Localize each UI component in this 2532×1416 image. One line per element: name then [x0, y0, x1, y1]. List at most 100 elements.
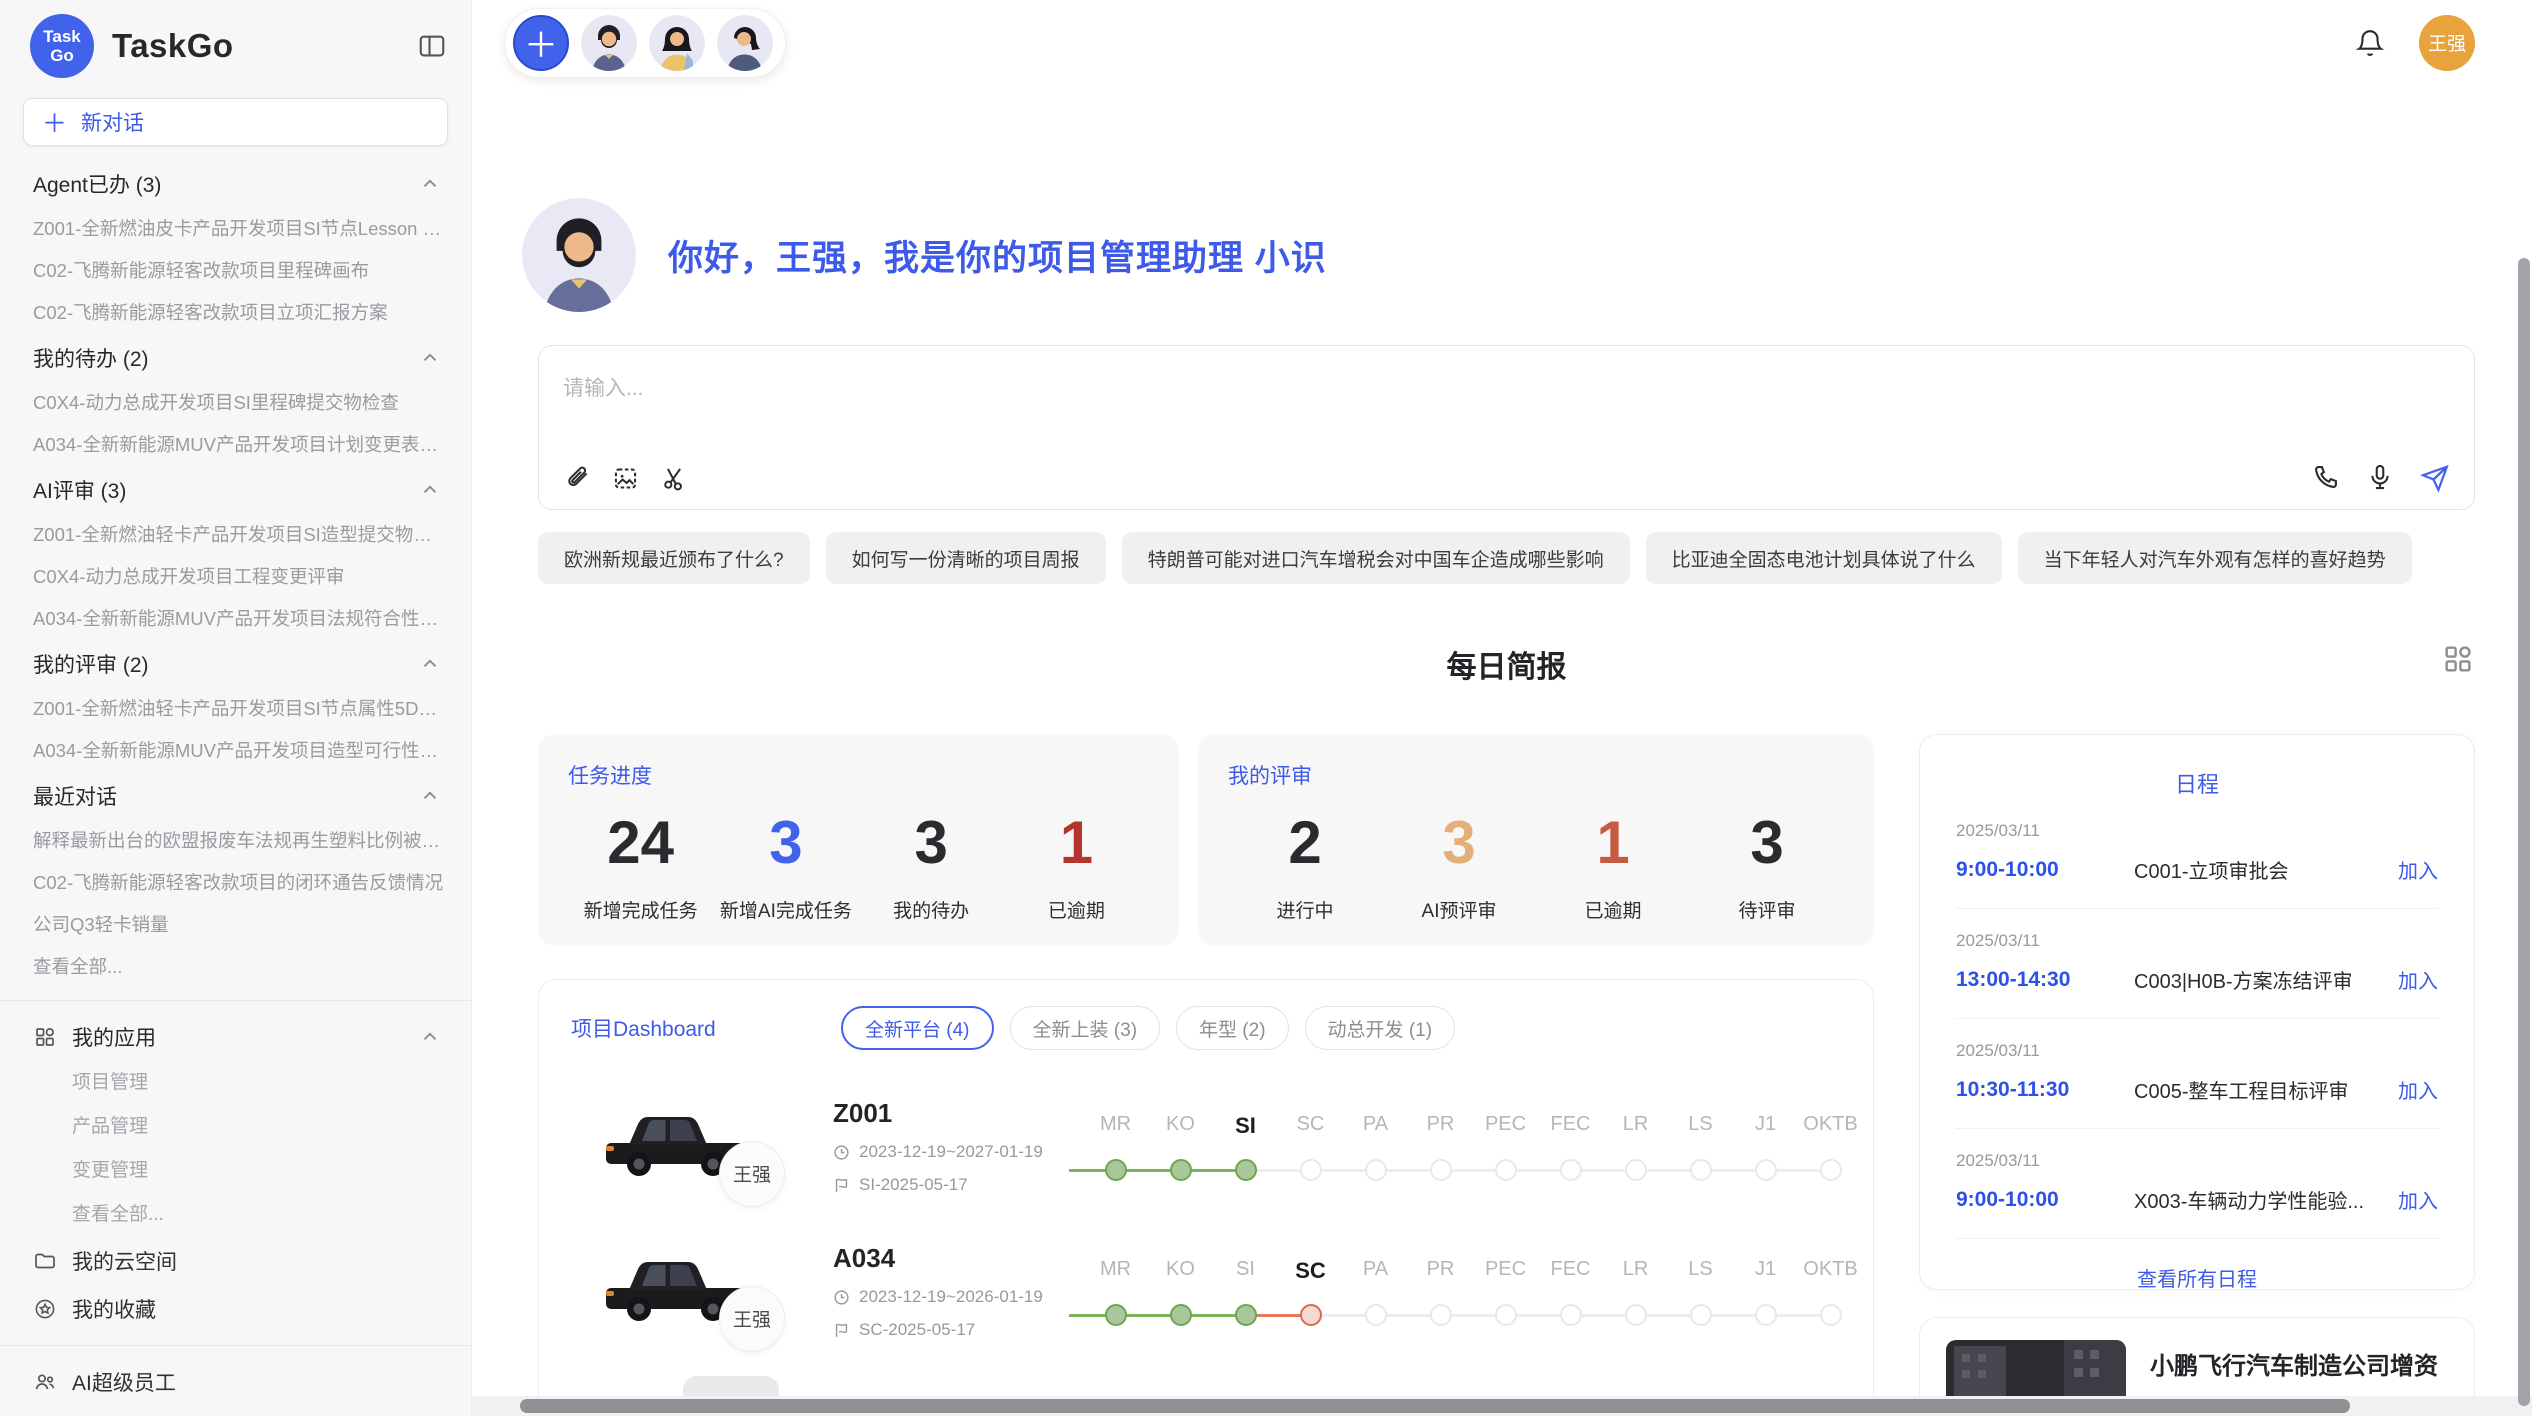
- dashboard-tab[interactable]: 动总开发 (1): [1305, 1006, 1456, 1050]
- chevron-up-icon[interactable]: [419, 785, 441, 807]
- sidebar-section-header[interactable]: Agent已办 (3): [0, 160, 471, 208]
- event-date: 2025/03/11: [1956, 821, 2438, 841]
- microphone-icon[interactable]: [2366, 463, 2394, 493]
- stats-row: 任务进度 24 新增完成任务 3 新增AI完成任务 3 我的待办 1 已逾期 我…: [538, 734, 1874, 946]
- collapse-sidebar-icon[interactable]: [417, 31, 447, 61]
- sidebar-section-header[interactable]: 最近对话: [0, 772, 471, 820]
- chevron-up-icon[interactable]: [419, 479, 441, 501]
- notification-bell-icon[interactable]: [2355, 28, 2385, 58]
- dashboard-tab[interactable]: 全新上装 (3): [1010, 1006, 1161, 1050]
- chevron-up-icon[interactable]: [419, 173, 441, 195]
- project-row[interactable]: 王强 A034 2023-12-19~2026-01-19 SC-2025-05…: [567, 1243, 1845, 1340]
- stat: 3 待评审: [1690, 800, 1844, 923]
- sidebar-item-cloud-space[interactable]: 我的云空间: [0, 1237, 471, 1285]
- project-dashboard-card: 项目Dashboard 全新平台 (4)全新上装 (3)年型 (2)动总开发 (…: [538, 979, 1874, 1416]
- daily-brief-title: 每日简报: [538, 642, 2475, 686]
- view-all-schedule-link[interactable]: 查看所有日程: [1956, 1239, 2438, 1316]
- sidebar-section-header[interactable]: 我的评审 (2): [0, 640, 471, 688]
- sidebar-section-header[interactable]: 我的待办 (2): [0, 334, 471, 382]
- my-review-card: 我的评审 2 进行中 3 AI预评审 1 已逾期 3 待评审: [1198, 734, 1874, 946]
- clock-icon: [833, 1144, 850, 1161]
- milestone-timeline: MRKOSISCPAPRPECFECLRLSJ1OKTB: [1083, 1113, 1863, 1181]
- layout-grid-icon[interactable]: [2441, 642, 2475, 676]
- new-chat-label: 新对话: [81, 107, 144, 137]
- horizontal-scrollbar-thumb[interactable]: [520, 1399, 2350, 1413]
- sidebar-item-ai-super-staff[interactable]: AI超级员工: [0, 1358, 471, 1406]
- flag-icon: [833, 1322, 850, 1339]
- sidebar-conversation-item[interactable]: C02-飞腾新能源轻客改款项目的闭环通告反馈情况: [0, 862, 471, 904]
- send-icon[interactable]: [2420, 463, 2450, 493]
- topbar-right: 王强: [2355, 15, 2475, 71]
- app-subitem[interactable]: 产品管理: [0, 1105, 471, 1149]
- sidebar-section-header[interactable]: AI评审 (3): [0, 466, 471, 514]
- sidebar-conversation-item[interactable]: A034-全新新能源MUV产品开发项目造型可行性评审: [0, 730, 471, 772]
- new-chat-button[interactable]: ＋ 新对话: [23, 98, 448, 146]
- attachment-icon[interactable]: [563, 465, 590, 492]
- event-join-link[interactable]: 加入: [2398, 855, 2438, 884]
- section-label: 我的评审 (2): [33, 649, 419, 679]
- dashboard-tab[interactable]: 年型 (2): [1176, 1006, 1289, 1050]
- sidebar-conversation-item[interactable]: A034-全新新能源MUV产品开发项目计划变更表编写: [0, 424, 471, 466]
- logo-line1: Task: [43, 27, 81, 46]
- scissors-icon[interactable]: [661, 465, 688, 492]
- vertical-scrollbar-thumb[interactable]: [2518, 258, 2530, 1406]
- dashboard-tab[interactable]: 全新平台 (4): [841, 1006, 994, 1050]
- app-title: TaskGo: [112, 27, 417, 65]
- agent-avatar-3[interactable]: [717, 15, 773, 71]
- main-area: ＋ 王强 你好，王强，我是你的项目管理助理 小识: [472, 0, 2532, 1416]
- add-agent-button[interactable]: ＋: [513, 15, 569, 71]
- app-subitem[interactable]: 变更管理: [0, 1149, 471, 1193]
- app-subitem[interactable]: 查看全部...: [0, 1193, 471, 1237]
- news-title: 小鹏飞行汽车制造公司增资: [2150, 1346, 2448, 1381]
- agent-avatar-1[interactable]: [581, 15, 637, 71]
- agent-avatar-2[interactable]: [649, 15, 705, 71]
- stat-label: AI预评审: [1382, 896, 1536, 923]
- sidebar-conversation-item[interactable]: Z001-全新燃油轻卡产品开发项目SI造型提交物评审: [0, 514, 471, 556]
- sidebar-conversation-item[interactable]: 解释最新出台的欧盟报废车法规再生塑料比例被调至15%...: [0, 820, 471, 862]
- app-subitem[interactable]: 项目管理: [0, 1061, 471, 1105]
- image-upload-icon[interactable]: [612, 465, 639, 492]
- chat-input[interactable]: [563, 360, 2450, 463]
- sidebar-conversation-item[interactable]: 查看全部...: [0, 946, 471, 988]
- event-join-link[interactable]: 加入: [2398, 1185, 2438, 1214]
- event-join-link[interactable]: 加入: [2398, 1075, 2438, 1104]
- suggestion-chip[interactable]: 当下年轻人对汽车外观有怎样的喜好趋势: [2018, 532, 2412, 584]
- sidebar-conversation-item[interactable]: Z001-全新燃油轻卡产品开发项目SI节点属性5D文件评审: [0, 688, 471, 730]
- sidebar-conversation-item[interactable]: Z001-全新燃油皮卡产品开发项目SI节点Lesson Learn报告: [0, 208, 471, 250]
- suggestion-chip[interactable]: 如何写一份清晰的项目周报: [826, 532, 1106, 584]
- section-label: AI评审 (3): [33, 475, 419, 505]
- project-flag: SI-2025-05-17: [833, 1175, 1077, 1195]
- sidebar-conversation-item[interactable]: C02-飞腾新能源轻客改款项目里程碑画布: [0, 250, 471, 292]
- stat-label: 新增AI完成任务: [713, 896, 858, 923]
- event-time: 9:00-10:00: [1956, 858, 2134, 882]
- chevron-up-icon[interactable]: [419, 653, 441, 675]
- sidebar-item-favorites[interactable]: 我的收藏: [0, 1285, 471, 1333]
- horizontal-scrollbar-track[interactable]: [472, 1396, 2532, 1416]
- stat-value: 2: [1228, 800, 1382, 886]
- sidebar-conversation-item[interactable]: C0X4-动力总成开发项目SI里程碑提交物检查: [0, 382, 471, 424]
- voice-call-icon[interactable]: [2312, 463, 2340, 493]
- stat-label: 我的待办: [859, 896, 1004, 923]
- sidebar-item-my-apps[interactable]: 我的应用: [0, 1013, 471, 1061]
- suggestion-chip[interactable]: 比亚迪全固态电池计划具体说了什么: [1646, 532, 2002, 584]
- task-progress-card: 任务进度 24 新增完成任务 3 新增AI完成任务 3 我的待办 1 已逾期: [538, 734, 1179, 946]
- sidebar-conversation-item[interactable]: 公司Q3轻卡销量: [0, 904, 471, 946]
- suggestion-chip[interactable]: 特朗普可能对进口汽车增税会对中国车企造成哪些影响: [1122, 532, 1630, 584]
- event-join-link[interactable]: 加入: [2398, 965, 2438, 994]
- sidebar-item-help-me-write[interactable]: 帮我写作: [0, 1406, 471, 1416]
- schedule-event: 2025/03/11 13:00-14:30 C003|H0B-方案冻结评审 加…: [1956, 909, 2438, 1019]
- suggestion-chip[interactable]: 欧洲新规最近颁布了什么?: [538, 532, 810, 584]
- project-row[interactable]: 王强 Z001 2023-12-19~2027-01-19 SI-2025-05…: [567, 1098, 1845, 1195]
- stat-value: 3: [1382, 800, 1536, 886]
- user-avatar[interactable]: 王强: [2419, 15, 2475, 71]
- sidebar-conversation-item[interactable]: C0X4-动力总成开发项目工程变更评审: [0, 556, 471, 598]
- chevron-up-icon[interactable]: [419, 1026, 441, 1048]
- sidebar-conversation-item[interactable]: A034-全新新能源MUV产品开发项目法规符合性评审: [0, 598, 471, 640]
- project-dates-text: 2023-12-19~2027-01-19: [859, 1142, 1043, 1162]
- section-items: Z001-全新燃油轻卡产品开发项目SI造型提交物评审C0X4-动力总成开发项目工…: [0, 514, 471, 640]
- plus-icon: ＋: [42, 104, 67, 140]
- chevron-up-icon[interactable]: [419, 347, 441, 369]
- divider: [0, 1000, 471, 1001]
- section-label: 我的待办 (2): [33, 343, 419, 373]
- sidebar-conversation-item[interactable]: C02-飞腾新能源轻客改款项目立项汇报方案: [0, 292, 471, 334]
